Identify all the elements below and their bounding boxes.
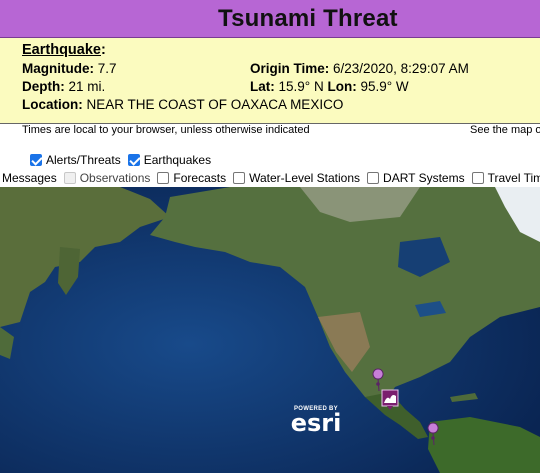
toggle-earthquakes[interactable]: Earthquakes xyxy=(127,153,212,167)
page-title: Tsunami Threat xyxy=(218,5,398,32)
earthquake-heading: Earthquake: xyxy=(22,42,106,58)
lon-label: Lon: xyxy=(327,79,357,94)
toggle-forecasts[interactable]: Forecasts xyxy=(157,171,226,185)
toggle-alerts-threats[interactable]: Alerts/Threats xyxy=(30,153,121,167)
messages-label: Messages xyxy=(2,171,57,185)
travel-time-checkbox[interactable] xyxy=(471,172,484,184)
dart-systems-label: DART Systems xyxy=(383,171,465,185)
alerts-threats-label: Alerts/Threats xyxy=(46,153,121,167)
depth-value: 21 mi. xyxy=(68,79,106,94)
location-label: Location: xyxy=(22,97,83,112)
depth-row: Depth: 21 mi. xyxy=(22,79,105,94)
lat-value: 15.9° N xyxy=(278,79,324,94)
origin-time-row: Origin Time: 6/23/2020, 8:29:07 AM xyxy=(250,61,469,76)
water-level-stations-label: Water-Level Stations xyxy=(249,171,361,185)
observations-checkbox[interactable] xyxy=(63,172,76,184)
esri-attribution: POWERED BY esri xyxy=(288,406,344,437)
location-row: Location: NEAR THE COAST OF OAXACA MEXIC… xyxy=(22,97,343,112)
depth-label: Depth: xyxy=(22,79,65,94)
lon-value: 95.9° W xyxy=(360,79,409,94)
earthquakes-label: Earthquakes xyxy=(143,153,212,167)
alerts-threats-checkbox[interactable] xyxy=(30,154,42,166)
lat-label: Lat: xyxy=(250,79,275,94)
water-level-stations-checkbox[interactable] xyxy=(233,172,246,184)
origin-time-label: Origin Time: xyxy=(250,61,330,76)
lat-lon-row: Lat: 15.9° N Lon: 95.9° W xyxy=(250,79,409,94)
forecasts-checkbox[interactable] xyxy=(157,172,170,184)
origin-time-value: 6/23/2020, 8:29:07 AM xyxy=(333,61,469,76)
earthquake-details-panel: Earthquake: Magnitude: 7.7 Origin Time: … xyxy=(0,38,540,124)
observations-label: Observations xyxy=(79,171,151,185)
toggle-messages[interactable]: Messages xyxy=(2,171,57,185)
forecasts-label: Forecasts xyxy=(173,171,227,185)
toggle-observations[interactable]: Observations xyxy=(63,171,151,185)
magnitude-row: Magnitude: 7.7 xyxy=(22,61,117,76)
toggle-dart-systems[interactable]: DART Systems xyxy=(367,171,465,185)
earthquakes-checkbox[interactable] xyxy=(127,154,140,166)
toggle-water-level-stations[interactable]: Water-Level Stations xyxy=(233,171,360,185)
map-canvas[interactable] xyxy=(0,187,540,473)
toggle-travel-time[interactable]: Travel Time xyxy=(471,171,540,185)
layer-toggles-row-1: Alerts/Threats Earthquakes xyxy=(30,153,218,167)
location-value: NEAR THE COAST OF OAXACA MEXICO xyxy=(86,97,344,112)
travel-time-label: Travel Time xyxy=(487,171,540,185)
esri-logo: esri xyxy=(290,409,342,437)
times-note: Times are local to your browser, unless … xyxy=(22,124,310,136)
map-note: See the map o xyxy=(470,124,540,136)
magnitude-value: 7.7 xyxy=(97,61,117,76)
tsunami-map[interactable]: POWERED BY esri xyxy=(0,187,540,473)
earthquake-heading-label: Earthquake xyxy=(22,42,101,58)
layer-toggles-row-2: Messages Observations Forecasts Water-Le… xyxy=(2,171,540,185)
earthquake-heading-suffix: : xyxy=(100,42,106,58)
dart-systems-checkbox[interactable] xyxy=(367,172,380,184)
magnitude-label: Magnitude: xyxy=(22,61,94,76)
title-bar: Tsunami Threat xyxy=(0,0,540,38)
